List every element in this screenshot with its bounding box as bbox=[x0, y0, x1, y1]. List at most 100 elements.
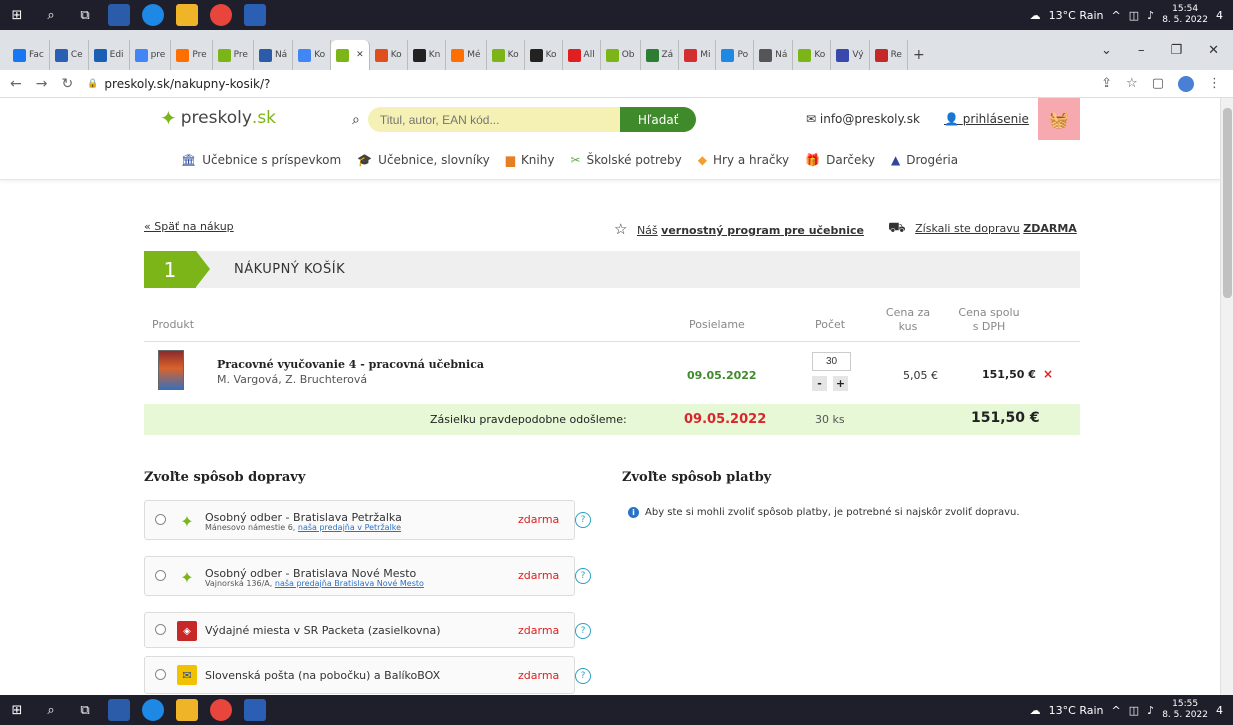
browser-tab[interactable]: Edi bbox=[89, 40, 130, 70]
browser-tab[interactable]: Ko bbox=[293, 40, 332, 70]
shipping-option-packeta[interactable]: ◈ Výdajné miesta v SR Packeta (zasielkov… bbox=[144, 612, 591, 648]
browser-tab[interactable]: Ko bbox=[525, 40, 563, 70]
browser-tab[interactable]: All bbox=[563, 40, 601, 70]
shipping-radio[interactable] bbox=[155, 514, 166, 525]
category-puzzle[interactable]: ◆ Hry a hračky bbox=[698, 153, 789, 167]
category-book[interactable]: ▆ Knihy bbox=[506, 153, 555, 167]
bookmark-star-icon[interactable]: ☆ bbox=[1126, 76, 1138, 91]
site-logo[interactable]: ✦ preskoly .sk bbox=[160, 106, 276, 130]
browser-tab[interactable]: Ob bbox=[601, 40, 641, 70]
back-arrow-icon[interactable]: ← bbox=[10, 76, 22, 92]
store-link[interactable]: naša predajňa v Petržalke bbox=[298, 523, 401, 532]
app-icon[interactable] bbox=[108, 699, 130, 721]
share-icon[interactable]: ⇪ bbox=[1101, 76, 1112, 91]
reload-icon[interactable]: ↻ bbox=[61, 76, 73, 92]
browser-tab[interactable]: Ná bbox=[254, 40, 294, 70]
browser-tab[interactable]: Fac bbox=[8, 40, 50, 70]
sidebar-icon[interactable]: ▢ bbox=[1152, 76, 1164, 91]
category-graduation-cap[interactable]: 🎓 Učebnice, slovníky bbox=[357, 153, 489, 167]
browser-tab[interactable]: Pre bbox=[171, 40, 213, 70]
browser-tab[interactable]: Re bbox=[870, 40, 908, 70]
search-button[interactable]: Hľadať bbox=[619, 107, 697, 132]
shipping-option-posta[interactable]: ✉ Slovenská pošta (na pobočku) a BalíkoB… bbox=[144, 656, 591, 694]
browser-tab[interactable]: Ce bbox=[50, 40, 89, 70]
clock[interactable]: 15:55 8. 5. 2022 bbox=[1162, 699, 1208, 721]
word-icon[interactable] bbox=[244, 699, 266, 721]
browser-tab[interactable]: Pre bbox=[213, 40, 254, 70]
menu-dots-icon[interactable]: ⋮ bbox=[1208, 76, 1221, 91]
browser-tab[interactable]: Ná bbox=[754, 40, 794, 70]
url-field[interactable]: 🔒 preskoly.sk/nakupny-kosik/? bbox=[87, 77, 270, 91]
restore-button[interactable]: ❐ bbox=[1170, 43, 1182, 58]
free-shipping-link[interactable]: ⛟ Získali ste dopravu ZDARMA bbox=[888, 220, 1077, 238]
weather-text[interactable]: 13°C Rain bbox=[1049, 704, 1104, 717]
remove-item-button[interactable]: × bbox=[1043, 367, 1053, 381]
category-bank[interactable]: 🏛 Učebnice s príspevkom bbox=[181, 153, 341, 167]
quantity-plus-button[interactable]: + bbox=[833, 376, 848, 391]
browser-tab[interactable]: Mé bbox=[446, 40, 487, 70]
shipping-radio[interactable] bbox=[155, 669, 166, 680]
chrome-icon[interactable] bbox=[210, 4, 232, 26]
shipping-option-nove-mesto[interactable]: ✦ Osobný odber - Bratislava Nové Mesto V… bbox=[144, 556, 591, 596]
page-scrollbar[interactable] bbox=[1220, 98, 1233, 695]
file-explorer-icon[interactable] bbox=[176, 4, 198, 26]
file-explorer-icon[interactable] bbox=[176, 699, 198, 721]
quantity-input[interactable] bbox=[812, 352, 851, 371]
forward-arrow-icon[interactable]: → bbox=[36, 76, 48, 92]
browser-tab[interactable]: Mi bbox=[679, 40, 717, 70]
task-view-icon[interactable]: ⧉ bbox=[74, 4, 96, 26]
search-icon[interactable]: ⌕ bbox=[40, 4, 62, 26]
clock[interactable]: 15:54 8. 5. 2022 bbox=[1162, 4, 1208, 26]
category-bottle[interactable]: ▲ Drogéria bbox=[891, 153, 958, 167]
book-cover-image[interactable] bbox=[158, 350, 184, 390]
category-gift[interactable]: 🎁 Darčeky bbox=[805, 153, 875, 167]
notification-icon[interactable]: 4 bbox=[1216, 9, 1223, 22]
help-question-icon[interactable]: ? bbox=[575, 623, 591, 639]
loyalty-program-link[interactable]: ☆ Náš vernostný program pre učebnice bbox=[614, 220, 864, 238]
close-window-button[interactable]: ✕ bbox=[1208, 43, 1219, 58]
browser-tab[interactable]: Ko bbox=[793, 40, 832, 70]
notification-icon[interactable]: 4 bbox=[1216, 704, 1223, 717]
scrollbar-thumb[interactable] bbox=[1223, 108, 1232, 298]
browser-tab[interactable]: Po bbox=[716, 40, 755, 70]
profile-avatar[interactable] bbox=[1178, 75, 1194, 92]
shipping-option-petrzalka[interactable]: ✦ Osobný odber - Bratislava Petržalka Má… bbox=[144, 500, 591, 540]
browser-tab[interactable]: Vý bbox=[831, 40, 870, 70]
browser-tab[interactable]: Ko bbox=[487, 40, 525, 70]
item-title[interactable]: Pracovné vyučovanie 4 - pracovná učebnic… bbox=[217, 358, 484, 371]
new-tab-button[interactable]: + bbox=[908, 40, 930, 70]
email-link[interactable]: ✉ info@preskoly.sk bbox=[806, 112, 920, 126]
windows-start-icon[interactable]: ⊞ bbox=[6, 4, 28, 26]
tab-search-icon[interactable]: ⌄ bbox=[1101, 43, 1112, 58]
weather-text[interactable]: 13°C Rain bbox=[1049, 9, 1104, 22]
network-icon[interactable]: ◫ bbox=[1129, 9, 1139, 22]
browser-tab[interactable]: pre bbox=[130, 40, 172, 70]
volume-icon[interactable]: ♪ bbox=[1147, 9, 1154, 22]
help-question-icon[interactable]: ? bbox=[575, 668, 591, 684]
store-link[interactable]: naša predajňa Bratislava Nové Mesto bbox=[275, 579, 424, 588]
shipping-radio[interactable] bbox=[155, 570, 166, 581]
browser-tab[interactable]: Zá bbox=[641, 40, 680, 70]
search-input[interactable] bbox=[367, 107, 620, 132]
edge-icon[interactable] bbox=[142, 4, 164, 26]
browser-tab[interactable]: Ko bbox=[370, 40, 408, 70]
tray-chevron-icon[interactable]: ^ bbox=[1112, 9, 1121, 22]
task-view-icon[interactable]: ⧉ bbox=[74, 699, 96, 721]
network-icon[interactable]: ◫ bbox=[1129, 704, 1139, 717]
volume-icon[interactable]: ♪ bbox=[1147, 704, 1154, 717]
category-scissors[interactable]: ✂ Školské potreby bbox=[570, 153, 681, 167]
help-question-icon[interactable]: ? bbox=[575, 568, 591, 584]
login-link[interactable]: 👤 prihlásenie bbox=[944, 112, 1029, 126]
help-question-icon[interactable]: ? bbox=[575, 512, 591, 528]
shipping-radio[interactable] bbox=[155, 624, 166, 635]
minimize-button[interactable]: – bbox=[1138, 43, 1145, 58]
windows-start-icon[interactable]: ⊞ bbox=[6, 699, 28, 721]
chrome-icon[interactable] bbox=[210, 699, 232, 721]
search-icon[interactable]: ⌕ bbox=[40, 699, 62, 721]
browser-tab[interactable]: ✕ bbox=[331, 40, 370, 70]
back-to-shop-link[interactable]: « Späť na nákup bbox=[144, 220, 234, 233]
word-icon[interactable] bbox=[244, 4, 266, 26]
tab-close-icon[interactable]: ✕ bbox=[356, 50, 364, 60]
edge-icon[interactable] bbox=[142, 699, 164, 721]
app-icon[interactable] bbox=[108, 4, 130, 26]
